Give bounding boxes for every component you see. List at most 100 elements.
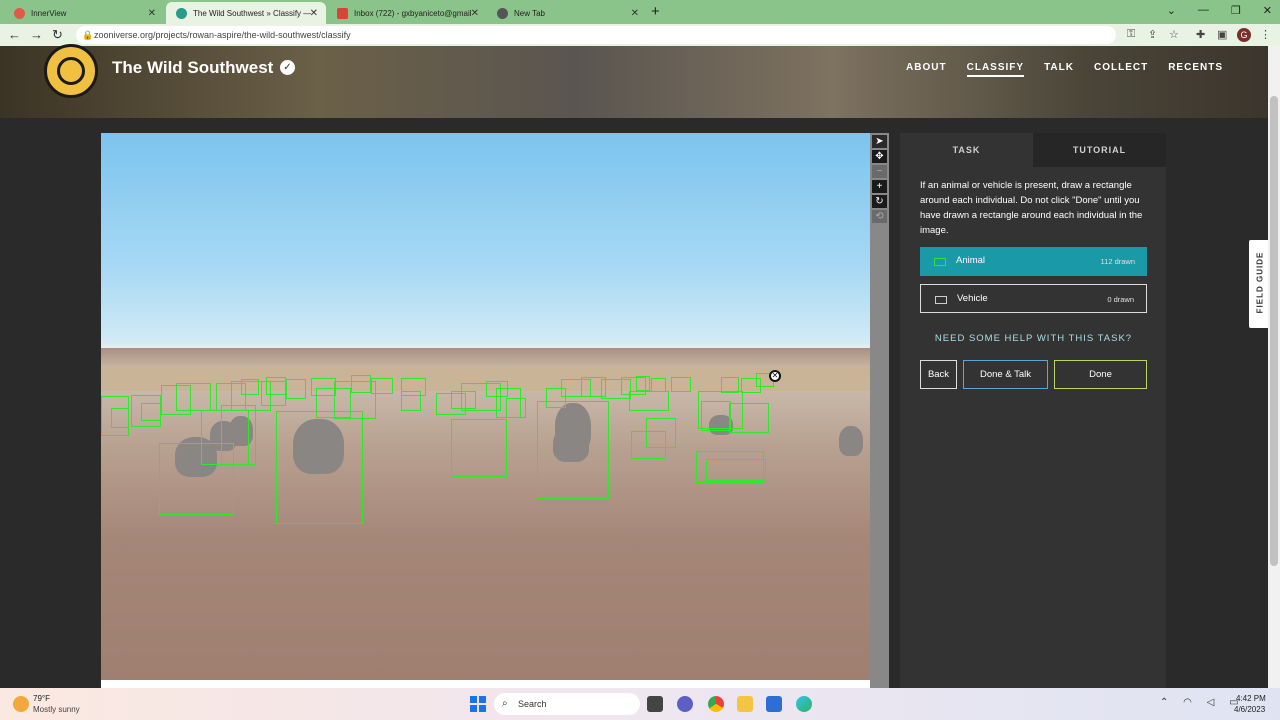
microsoft-store-icon[interactable] [766, 696, 782, 712]
drawn-rectangle[interactable] [276, 411, 363, 524]
edge-icon[interactable] [796, 696, 812, 712]
teams-chat-icon[interactable] [677, 696, 693, 712]
task-help-link[interactable]: NEED SOME HELP WITH THIS TASK? [920, 333, 1147, 344]
menu-dots-icon[interactable]: ⋮ [1260, 28, 1271, 41]
choice-vehicle[interactable]: Vehicle 0 drawn [920, 284, 1147, 313]
tab-search-icon[interactable]: ⌄ [1167, 4, 1176, 17]
project-logo[interactable] [44, 44, 98, 98]
browser-tab-innerview[interactable]: InnerView ✕ [4, 2, 164, 24]
pan-tool-icon[interactable]: ✥ [872, 150, 887, 163]
clock-date[interactable]: 4/6/2023 [1234, 705, 1265, 714]
clock-time[interactable]: 4:42 PM [1236, 694, 1266, 703]
close-tab-icon[interactable]: ✕ [310, 8, 318, 19]
drawn-rectangle[interactable] [706, 459, 766, 481]
nav-talk[interactable]: TALK [1044, 62, 1074, 77]
chrome-favicon-icon [497, 7, 508, 19]
weather-description[interactable]: Mostly sunny [33, 705, 80, 714]
forward-arrow-icon[interactable]: → [30, 27, 43, 42]
back-arrow-icon[interactable]: ← [8, 27, 21, 42]
bookmark-star-icon[interactable]: ☆ [1169, 28, 1179, 41]
weather-sun-icon[interactable] [13, 696, 29, 712]
crane [839, 426, 863, 456]
drawn-rectangle[interactable] [671, 377, 691, 392]
tab-title: InnerView [31, 8, 67, 18]
key-icon[interactable]: ⚿ [1127, 28, 1135, 41]
tab-task[interactable]: TASK [900, 133, 1033, 167]
choice-animal[interactable]: Animal 112 drawn [920, 247, 1147, 276]
side-panel-icon[interactable]: ▣ [1217, 28, 1227, 41]
drawn-rectangle[interactable] [241, 379, 259, 395]
drawn-rectangle[interactable] [636, 376, 650, 391]
url-field[interactable]: 🔒 zooniverse.org/projects/rowan-aspire/t… [76, 26, 1116, 44]
taskbar-search[interactable]: ⌕ Search [494, 693, 640, 715]
project-header: The Wild Southwest ✓ ABOUT CLASSIFY TALK… [0, 44, 1280, 118]
drawn-rectangle[interactable] [141, 403, 161, 421]
zoom-in-icon[interactable]: + [872, 180, 887, 193]
drawn-rectangle[interactable] [546, 388, 566, 408]
pointer-tool-icon[interactable]: ➤ [872, 135, 887, 148]
drawn-rectangle[interactable] [401, 378, 426, 396]
zoom-out-icon[interactable]: − [872, 165, 887, 178]
done-button[interactable]: Done [1054, 360, 1147, 389]
choice-count: 0 drawn [1107, 295, 1134, 304]
drawn-rectangle[interactable] [721, 377, 739, 393]
windows-taskbar: 79°F Mostly sunny ⌕ Search ⌃ ◠ ◁ ▭ 4:42 … [0, 688, 1280, 720]
subject-caption-strip [101, 680, 870, 688]
lock-icon: 🔒 [82, 30, 94, 40]
drawn-rectangle[interactable] [729, 403, 769, 433]
tab-tutorial[interactable]: TUTORIAL [1033, 133, 1166, 167]
close-tab-icon[interactable]: ✕ [148, 8, 156, 19]
drawn-rectangle[interactable] [176, 383, 211, 411]
minimize-icon[interactable]: — [1198, 4, 1209, 17]
drawn-rectangle[interactable] [286, 379, 306, 399]
rotate-icon[interactable]: ↻ [872, 195, 887, 208]
drawn-rectangle[interactable] [371, 378, 393, 394]
reload-icon[interactable]: ↻ [52, 27, 63, 43]
drawn-rectangle[interactable] [311, 378, 336, 396]
drawn-rectangle[interactable] [111, 408, 129, 428]
drawn-rectangle[interactable] [651, 378, 666, 392]
profile-avatar[interactable]: G [1237, 28, 1251, 42]
system-tray[interactable]: ⌃ ◠ ◁ ▭ [1160, 697, 1245, 708]
search-icon: ⌕ [502, 698, 508, 709]
browser-tab-wild-southwest[interactable]: The Wild Southwest » Classify — ✕ [166, 2, 326, 24]
drawn-rectangle[interactable] [701, 401, 731, 431]
drawn-rectangle[interactable] [451, 419, 507, 477]
back-button[interactable]: Back [920, 360, 957, 389]
restore-icon[interactable]: ❐ [1231, 4, 1241, 17]
close-tab-icon[interactable]: ✕ [471, 8, 479, 19]
drawn-rectangle[interactable] [646, 418, 676, 448]
windows-start-icon[interactable] [470, 696, 486, 712]
drawn-rectangle[interactable] [266, 377, 286, 395]
nav-about[interactable]: ABOUT [906, 62, 947, 77]
file-explorer-icon[interactable] [737, 696, 753, 712]
close-tab-icon[interactable]: ✕ [631, 8, 639, 19]
browser-tab-inbox[interactable]: Inbox (722) - gxbyaniceto@gmail ✕ [327, 2, 487, 24]
drawn-rectangle[interactable] [351, 375, 371, 393]
done-and-talk-button[interactable]: Done & Talk [963, 360, 1048, 389]
nav-collect[interactable]: COLLECT [1094, 62, 1148, 77]
chrome-icon[interactable] [708, 696, 724, 712]
share-icon[interactable]: ⇪ [1148, 28, 1157, 41]
extensions-icon[interactable]: ✚ [1196, 28, 1205, 41]
weather-temperature[interactable]: 79°F [33, 694, 50, 703]
scrollbar-thumb[interactable] [1270, 96, 1278, 566]
verified-check-icon: ✓ [280, 60, 295, 75]
delete-mark-icon[interactable]: ✕ [769, 370, 781, 382]
drawn-rectangle[interactable] [486, 381, 508, 397]
browser-tab-new-tab[interactable]: New Tab ✕ [487, 2, 647, 24]
subject-image[interactable]: ✕ [101, 133, 870, 683]
drawn-rectangle[interactable] [537, 401, 609, 499]
zooniverse-favicon-icon [176, 7, 187, 19]
drawn-rectangle[interactable] [221, 405, 256, 465]
new-tab-button[interactable]: + [651, 3, 660, 20]
page-scrollbar[interactable] [1268, 46, 1280, 688]
task-view-icon[interactable] [647, 696, 663, 712]
project-title[interactable]: The Wild Southwest [112, 58, 273, 78]
nav-recents[interactable]: RECENTS [1168, 62, 1223, 77]
search-placeholder: Search [518, 699, 547, 709]
close-window-icon[interactable]: ✕ [1263, 4, 1272, 17]
drawn-rectangle[interactable] [506, 398, 526, 418]
reset-view-icon[interactable]: ⟲ [872, 210, 887, 223]
nav-classify[interactable]: CLASSIFY [966, 62, 1025, 77]
